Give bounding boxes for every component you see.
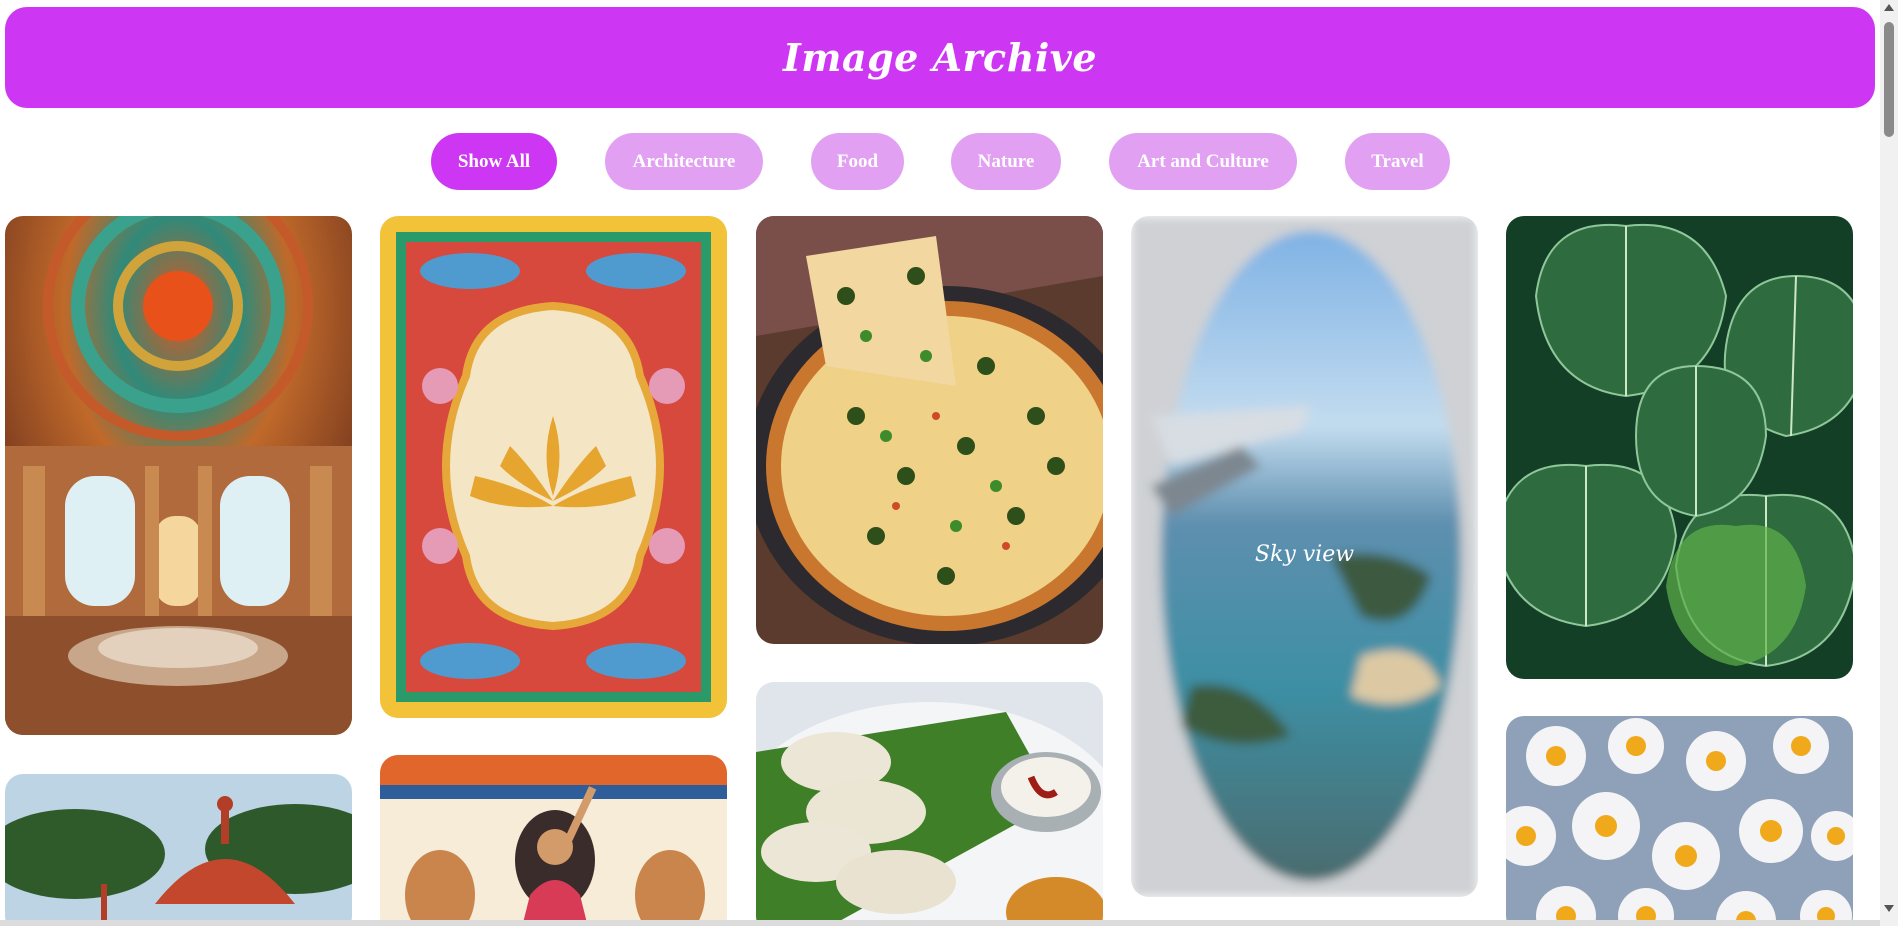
gallery-image-red-dome[interactable] — [5, 774, 352, 926]
filter-art-and-culture-button[interactable]: Art and Culture — [1109, 133, 1297, 190]
gallery-image-temple-interior[interactable] — [5, 216, 352, 735]
filter-bar: Show All Architecture Food Nature Art an… — [0, 133, 1875, 190]
filter-architecture-button[interactable]: Architecture — [605, 133, 763, 190]
header-banner: Image Archive — [5, 7, 1875, 108]
gallery-image-pizza[interactable] — [756, 216, 1103, 644]
vertical-scrollbar[interactable] — [1880, 0, 1898, 926]
sky-view-caption: Sky view — [1254, 542, 1355, 567]
filter-travel-button[interactable]: Travel — [1345, 133, 1450, 190]
gallery-image-dancer-art[interactable] — [380, 755, 727, 926]
filter-show-all-button[interactable]: Show All — [431, 133, 557, 190]
page: Image Archive Show All Architecture Food… — [0, 0, 1898, 926]
gallery-image-idli[interactable] — [756, 682, 1103, 926]
filter-nature-button[interactable]: Nature — [951, 133, 1061, 190]
horizontal-scrollbar[interactable] — [0, 920, 1880, 926]
gallery-image-lotus-art[interactable] — [380, 216, 727, 718]
scroll-up-arrow-icon[interactable] — [1884, 4, 1894, 11]
scroll-down-arrow-icon[interactable] — [1884, 905, 1894, 912]
gallery-image-leaves[interactable] — [1506, 216, 1853, 679]
page-title: Image Archive — [782, 35, 1098, 80]
filter-food-button[interactable]: Food — [811, 133, 904, 190]
gallery-image-daisies[interactable] — [1506, 716, 1853, 926]
scrollbar-thumb[interactable] — [1884, 22, 1894, 137]
gallery-image-sky-view[interactable]: Sky view — [1131, 216, 1478, 897]
